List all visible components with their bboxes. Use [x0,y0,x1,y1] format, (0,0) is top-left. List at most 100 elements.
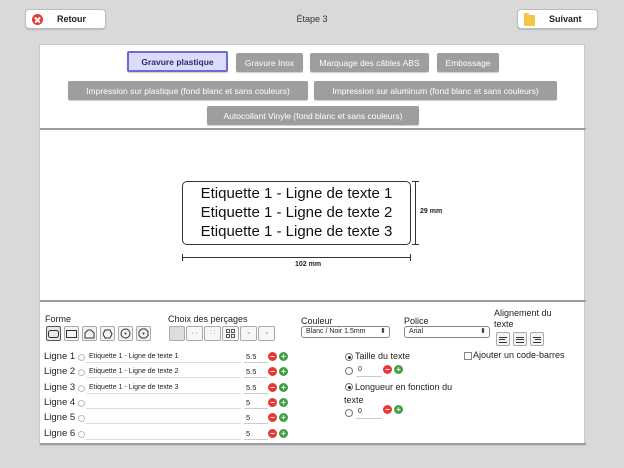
line-3-increase-button[interactable]: + [279,383,288,392]
text-size-value-input[interactable]: 0 [356,366,382,377]
text-size-radio[interactable] [345,353,353,361]
text-size-value-radio[interactable] [345,367,353,375]
shape-tag-button[interactable] [82,326,97,341]
line-1-decrease-button[interactable]: − [268,352,277,361]
drill-four-squares-button[interactable] [222,326,239,341]
line-5-radio[interactable] [78,415,85,422]
line-5-text-input[interactable] [86,411,241,424]
line-5-increase-button[interactable]: + [279,413,288,422]
line-1-radio[interactable] [78,354,85,361]
align-center-icon [516,336,524,343]
drill-left-hole-button[interactable]: ◦ [240,326,257,341]
divider-footer [40,443,586,445]
align-center-button[interactable] [513,332,527,346]
drill-none-button[interactable] [169,326,185,341]
font-select[interactable]: Arial ⬍ [404,326,490,338]
barcode-label: Ajouter un code-barres [473,350,565,360]
line-2-increase-button[interactable]: + [279,367,288,376]
align-right-button[interactable] [530,332,544,346]
line-3-size-input[interactable]: 5.5 [244,381,268,394]
color-select-value: Blanc / Noir 1.5mm [306,328,366,335]
shape-rounded-rect-button[interactable] [46,326,61,341]
material-tabs: Gravure plastique Gravure Inox Marquage … [40,45,586,129]
line-4-text-input[interactable] [86,396,241,409]
preview-line-2: Etiquette 1 - Ligne de texte 2 [200,204,393,221]
line-6-size-input[interactable]: 5 [244,427,268,440]
preview-line-3: Etiquette 1 - Ligne de texte 3 [200,223,393,240]
line-6-decrease-button[interactable]: − [268,429,277,438]
line-4-size-input[interactable]: 5 [244,396,268,409]
tab-impression-plastique[interactable]: Impression sur plastique (fond blanc et … [68,81,308,100]
line-6-increase-button[interactable]: + [279,429,288,438]
label-plate: Etiquette 1 - Ligne de texte 1 Etiquette… [182,181,411,245]
line-4-decrease-button[interactable]: − [268,398,277,407]
tab-impression-aluminum[interactable]: Impression sur aluminum (fond blanc et s… [314,81,557,100]
drill-right-hole-button[interactable]: ◦ [258,326,275,341]
line-6-text-input[interactable] [86,427,241,440]
line-2-text-input[interactable]: Etiquette 1 - Ligne de texte 2 [86,365,241,378]
tab-gravure-inox[interactable]: Gravure Inox [236,53,303,72]
line-2-size-input[interactable]: 5.5 [244,365,268,378]
right-hole-icon: ◦ [265,330,268,337]
length-value-input[interactable]: 0 [356,408,382,419]
line-row-3: Ligne 3 Etiquette 1 - Ligne de texte 3 5… [44,381,344,395]
tab-marquage-cables[interactable]: Marquage des câbles ABS [310,53,429,72]
length-decrease-button[interactable]: − [383,405,392,414]
line-3-decrease-button[interactable]: − [268,383,277,392]
preview-line-1: Etiquette 1 - Ligne de texte 1 [200,185,393,202]
line-row-2: Ligne 2 Etiquette 1 - Ligne de texte 2 5… [44,365,344,379]
four-corner-holes-icon: : : [209,330,215,336]
shape-hexagon-button[interactable] [100,326,115,341]
align-label: Alignement du texte [494,308,552,329]
text-size-increase-button[interactable]: + [394,365,403,374]
octagon-icon [138,328,149,339]
rounded-rect-icon [48,329,59,338]
line-1-size-input[interactable]: 5.5 [244,350,268,363]
font-select-value: Arial [409,328,424,335]
align-left-icon [499,336,507,343]
next-button[interactable]: Suivant [517,9,598,29]
line-2-label: Ligne 2 [44,366,76,377]
drill-four-corners-button[interactable]: : : [204,326,221,341]
line-3-label: Ligne 3 [44,382,76,393]
width-dimension-label: 102 mm [295,261,322,268]
font-label: Police [404,316,429,326]
line-4-increase-button[interactable]: + [279,398,288,407]
tab-embossage[interactable]: Embossage [437,53,499,72]
length-value-radio[interactable] [345,409,353,417]
length-increase-button[interactable]: + [394,405,403,414]
barcode-checkbox[interactable] [464,352,472,360]
color-select[interactable]: Blanc / Noir 1.5mm ⬍ [301,326,390,338]
line-5-decrease-button[interactable]: − [268,413,277,422]
tab-autocollant-vinyle[interactable]: Autocollant Vinyle (fond blanc et sans c… [207,106,419,125]
line-4-radio[interactable] [78,400,85,407]
next-button-label: Suivant [549,14,582,24]
height-dimension-label: 29 mm [420,208,443,215]
line-3-text-input[interactable]: Etiquette 1 - Ligne de texte 3 [86,381,241,394]
line-2-radio[interactable] [78,369,85,376]
two-holes-icon: · · [191,330,198,337]
text-size-label: Taille du texte [355,351,411,361]
line-1-increase-button[interactable]: + [279,352,288,361]
shape-octagon-button[interactable] [136,326,151,341]
tab-gravure-plastique[interactable]: Gravure plastique [127,51,228,72]
four-squares-icon [226,329,235,338]
folder-icon [524,12,535,26]
select-arrow-icon: ⬍ [380,328,386,335]
line-1-text-input[interactable]: Etiquette 1 - Ligne de texte 1 [86,350,241,363]
line-2-decrease-button[interactable]: − [268,367,277,376]
label-preview: Etiquette 1 - Ligne de texte 1 Etiquette… [41,130,585,300]
text-size-decrease-button[interactable]: − [383,365,392,374]
line-row-4: Ligne 4 5 − + [44,396,344,410]
line-6-radio[interactable] [78,431,85,438]
line-3-radio[interactable] [78,385,85,392]
line-5-label: Ligne 5 [44,412,76,423]
select-arrow-icon: ⬍ [480,328,486,335]
drill-two-holes-button[interactable]: · · [186,326,203,341]
forme-label: Forme [45,314,72,324]
shape-circle-button[interactable] [118,326,133,341]
shape-rect-button[interactable] [64,326,79,341]
line-5-size-input[interactable]: 5 [244,411,268,424]
hexagon-icon [102,329,113,338]
align-left-button[interactable] [496,332,510,346]
